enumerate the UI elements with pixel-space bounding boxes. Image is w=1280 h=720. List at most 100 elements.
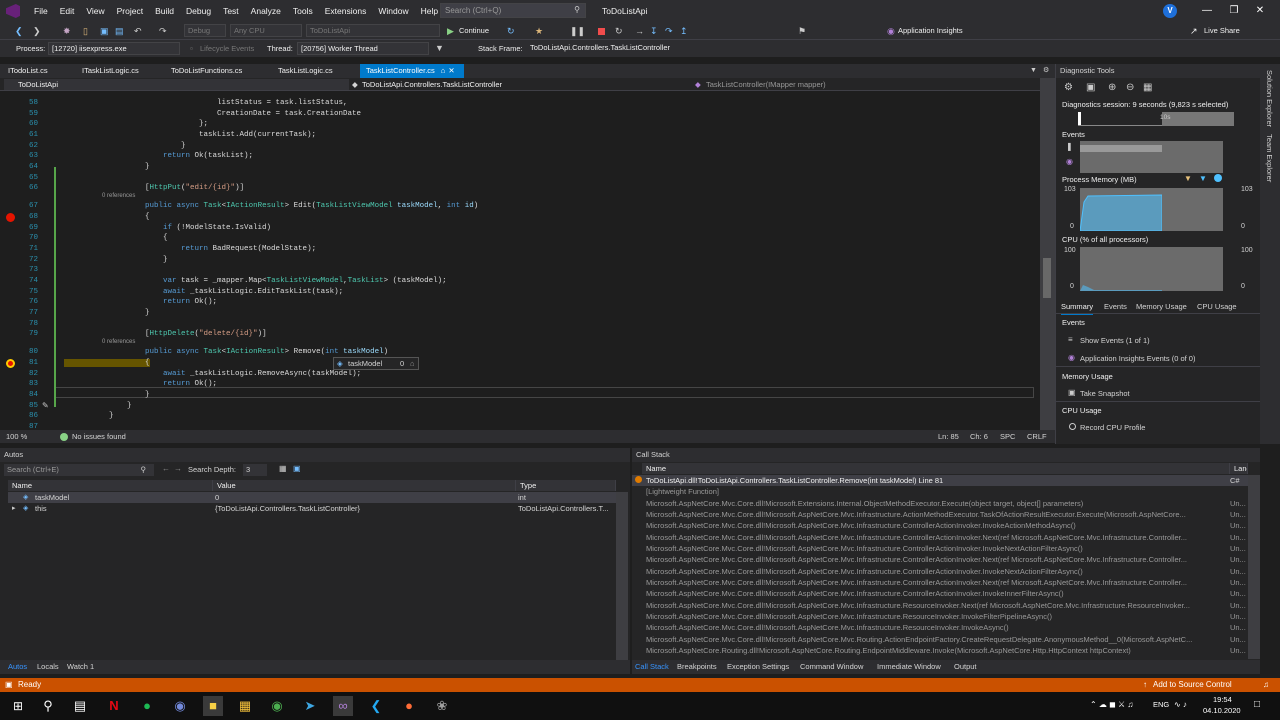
menu-test[interactable]: Test (217, 0, 245, 22)
menu-extensions[interactable]: Extensions (319, 0, 373, 22)
tab-watch-1[interactable]: Watch 1 (67, 662, 94, 671)
column-header-value[interactable]: Value (213, 480, 516, 491)
chrome-icon[interactable]: ◉ (267, 696, 287, 716)
reset-zoom-icon[interactable]: ▦ (1143, 82, 1152, 93)
breakpoint-icon[interactable] (6, 213, 15, 222)
frame-name[interactable]: Microsoft.AspNetCore.Mvc.Core.dll!Micros… (646, 600, 1226, 611)
current-breakpoint-icon[interactable] (6, 359, 15, 368)
menu-build[interactable]: Build (149, 0, 180, 22)
frame-name[interactable]: Microsoft.AspNetCore.Mvc.Core.dll!Micros… (646, 566, 1226, 577)
tray-icons[interactable]: ⌃ ☁ ◼ ⚔ ♫ (1090, 700, 1133, 709)
network-icons[interactable]: ∿ ♪ (1174, 700, 1187, 709)
app-insights-button[interactable]: Application Insights (898, 22, 963, 40)
autos-row-name[interactable]: taskModel (35, 492, 69, 503)
tab-locals[interactable]: Locals (37, 662, 59, 671)
action-center-icon[interactable]: □ (1254, 699, 1260, 710)
app-icon[interactable]: ❀ (432, 696, 452, 716)
editor-scrollbar[interactable] (1040, 78, 1055, 430)
frame-name[interactable]: Microsoft.AspNetCore.Mvc.Core.dll!Micros… (646, 498, 1226, 509)
clock-time[interactable]: 19:54 (1213, 695, 1232, 704)
menu-tools[interactable]: Tools (287, 0, 319, 22)
task-view-icon[interactable]: ▤ (70, 696, 90, 716)
menu-file[interactable]: File (28, 0, 54, 22)
tab-immediate-window[interactable]: Immediate Window (877, 662, 941, 671)
cpu-graph[interactable] (1080, 247, 1223, 291)
autos-row-value[interactable]: {ToDoListApi.Controllers.TaskListControl… (215, 503, 515, 514)
show-next-statement-icon[interactable]: → (632, 22, 647, 40)
data-tip[interactable]: ◈ taskModel 0 ⌂ (333, 357, 419, 370)
column-header-type[interactable]: Type (516, 480, 616, 491)
tab-call-stack[interactable]: Call Stack (635, 662, 669, 671)
column-header-name[interactable]: Name (642, 463, 1230, 474)
issues-status[interactable]: No issues found (72, 430, 126, 443)
discord-icon[interactable]: ◉ (170, 696, 190, 716)
frame-name[interactable]: Microsoft.AspNetCore.Mvc.Core.dll!Micros… (646, 634, 1226, 645)
platform-dropdown[interactable]: Any CPU (230, 24, 302, 37)
show-events-link[interactable]: Show Events (1 of 1) (1080, 336, 1150, 345)
timeline-selection[interactable] (1162, 112, 1234, 126)
settings-icon[interactable]: ⚙ (1064, 82, 1073, 93)
back-icon[interactable]: ❮ (12, 22, 26, 40)
tab-tasklistcontroller[interactable]: TaskListController.cs ⌂ ✕ (360, 64, 464, 78)
tab-output[interactable]: Output (954, 662, 977, 671)
frame-name[interactable]: Microsoft.AspNetCore.Mvc.Core.dll!Micros… (646, 543, 1226, 554)
zoom-out-icon[interactable]: ⊖ (1126, 82, 1134, 93)
postman-icon[interactable]: ● (399, 696, 419, 716)
autos-search-input[interactable]: Search (Ctrl+E) ⚲ (4, 464, 154, 476)
filter-icon[interactable]: ▼ (435, 40, 444, 57)
take-snapshot-button[interactable]: Take Snapshot (1080, 389, 1130, 398)
pin-icon[interactable]: ⌂ (410, 358, 415, 369)
menu-window[interactable]: Window (372, 0, 414, 22)
frame-name[interactable]: Microsoft.AspNetCore.Mvc.Core.dll!Micros… (646, 520, 1226, 531)
search-icon[interactable]: ⚲ (38, 696, 58, 716)
project-dropdown[interactable]: ToDoListApi (4, 79, 349, 90)
call-stack-scrollbar[interactable] (1248, 475, 1260, 659)
tab-command-window[interactable]: Command Window (800, 662, 863, 671)
configuration-dropdown[interactable]: Debug (184, 24, 226, 37)
column-header-lang[interactable]: Lang (1230, 463, 1248, 474)
new-project-icon[interactable]: ✸ (60, 22, 74, 40)
tab-summary[interactable]: Summary (1061, 300, 1094, 315)
tab-itodolist[interactable]: ITodoList.cs (2, 64, 54, 78)
user-avatar[interactable]: V (1163, 4, 1177, 18)
step-into-icon[interactable]: ↧ (647, 22, 661, 40)
frame-name[interactable]: [Lightweight Function] (646, 486, 1226, 497)
team-explorer-tab[interactable]: Team Explorer (1265, 134, 1274, 182)
search-input[interactable]: Search (Ctrl+Q) ⚲ (440, 3, 586, 18)
netflix-icon[interactable]: N (104, 696, 124, 716)
search-previous-icon[interactable]: ← (162, 464, 170, 473)
save-icon[interactable]: ▣ (97, 22, 112, 40)
menu-debug[interactable]: Debug (180, 0, 217, 22)
settings-icon[interactable]: ⚙ (1043, 64, 1049, 78)
autos-row-name[interactable]: this (35, 503, 47, 514)
windows-start-icon[interactable]: ⊞ (8, 696, 28, 716)
tab-events[interactable]: Events (1104, 300, 1127, 314)
tab-memory-usage[interactable]: Memory Usage (1136, 300, 1187, 314)
redo-icon[interactable]: ↷ (156, 22, 170, 40)
hex-display-icon[interactable]: ▦ (279, 464, 287, 473)
memory-graph[interactable] (1080, 188, 1223, 231)
open-folder-icon[interactable]: ▯ (80, 22, 91, 40)
timeline-selection-start[interactable] (1078, 112, 1081, 125)
zoom-level[interactable]: 100 % (6, 430, 27, 443)
vscode-icon[interactable]: ❮ (366, 696, 386, 716)
scrollbar-thumb[interactable] (1043, 258, 1051, 298)
save-all-icon[interactable]: ▤ (112, 22, 127, 40)
sticky-notes-icon[interactable]: ■ (203, 696, 223, 716)
frame-name[interactable]: Microsoft.AspNetCore.Mvc.Core.dll!Micros… (646, 588, 1226, 599)
view-icon[interactable]: ▣ (293, 464, 301, 473)
frame-name[interactable]: Microsoft.AspNetCore.Mvc.Core.dll!Micros… (646, 532, 1226, 543)
autos-scrollbar[interactable] (616, 492, 628, 660)
tab-autos[interactable]: Autos (8, 662, 27, 671)
bookmark-icon[interactable]: ⚑ (795, 22, 809, 40)
frame-name[interactable]: Microsoft.AspNetCore.Mvc.Core.dll!Micros… (646, 577, 1226, 588)
lifecycle-events-button[interactable]: Lifecycle Events (200, 40, 254, 57)
spotify-icon[interactable]: ● (137, 696, 157, 716)
menu-project[interactable]: Project (111, 0, 149, 22)
menu-analyze[interactable]: Analyze (245, 0, 287, 22)
step-over-icon[interactable]: ↷ (662, 22, 676, 40)
autos-row-value[interactable]: 0 (215, 492, 219, 503)
select-tools-icon[interactable]: ▣ (1086, 82, 1095, 93)
tab-exception-settings[interactable]: Exception Settings (727, 662, 789, 671)
frame-name[interactable]: Microsoft.AspNetCore.Mvc.Core.dll!Micros… (646, 509, 1226, 520)
